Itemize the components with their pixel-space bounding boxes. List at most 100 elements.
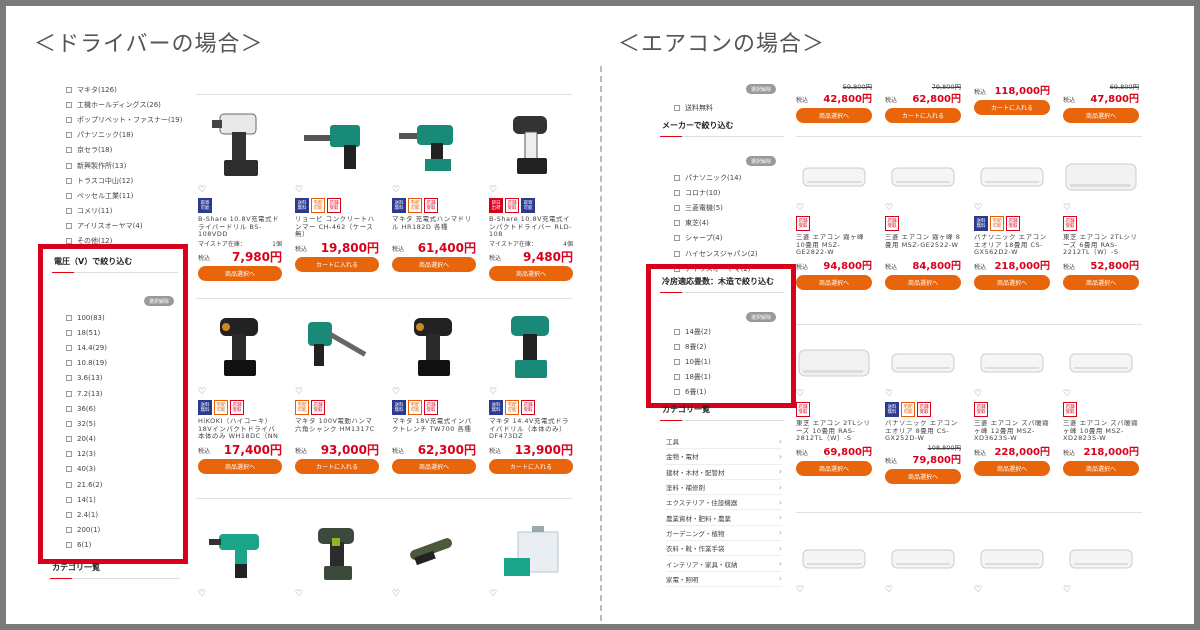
filter-option[interactable]: マキタ(126) [66,82,182,97]
favorite-heart-icon[interactable]: ♡ [974,584,1050,596]
category-item[interactable]: ガーデニング・植物 › [666,526,782,542]
product-image[interactable] [198,106,282,184]
checkbox[interactable] [674,189,680,196]
product-card[interactable]: ♡ 宅配 可能 店舗 受取 マキタ 100V電動ハンマ 六角シャンク HM1317C 税込 9… [295,308,379,474]
product-image[interactable] [796,340,872,388]
filter-option[interactable]: パナソニック(18) [66,128,182,143]
product-name[interactable]: リョービ コンクリートハンマー CH-462（ケース無） [295,216,379,239]
category-item[interactable]: 塗料・補修剤 › [666,480,782,496]
favorite-heart-icon[interactable]: ♡ [392,588,476,600]
product-action-button[interactable]: カートに入れる [489,459,573,474]
filter-option[interactable]: パナソニック(14) [674,170,758,185]
product-card[interactable]: ♡ 店舗 受取 三菱 エアコン 霧ヶ峰 8畳用 MSZ-GE2522-W 税込 84,80… [885,154,961,290]
product-card[interactable]: ♡ 送料 無料 宅配 可能 店舗 受取 リョービ コンクリートハンマー CH-462（ケース無… [295,106,379,281]
category-item[interactable]: 金物・電材 › [666,449,782,465]
product-image[interactable] [974,536,1050,584]
filter-option[interactable]: ポップリベット・ファスナー(19) [66,112,182,127]
product-name[interactable]: マキタ 18V充電式インパクトレンチ TW700 各種 [392,418,476,441]
product-card[interactable]: ♡ 送料 無料 宅配 可能 店舗 受取 HiKOKI（ハイコーキ）18Vインパクトドライバ 本… [198,308,282,474]
product-card[interactable]: 税込 69,800円 47,800円 商品選択へ [1063,82,1139,123]
product-action-button[interactable]: カートに入れる [885,108,961,123]
favorite-heart-icon[interactable]: ♡ [489,588,573,600]
product-card[interactable]: ♡ 送料 無料 宅配 可能 店舗 受取 マキタ 18V充電式インパクトレンチ TW700 各種… [392,308,476,474]
product-image[interactable] [885,536,961,584]
checkbox[interactable] [674,104,680,111]
product-name[interactable]: パナソニック エアコン エオリア 18畳用 CS-GX562D2-W [974,234,1050,257]
checkbox[interactable] [674,174,680,181]
product-card[interactable]: ♡ [885,536,961,596]
product-name[interactable]: マキタ 14.4V充電式ドライバドリル（本体のみ） DF473DZ [489,418,573,441]
product-image-drill[interactable] [198,510,282,588]
product-action-button[interactable]: 商品選択へ [392,459,476,474]
product-image[interactable] [392,106,476,184]
filter-option[interactable]: コロナ(10) [674,185,758,200]
filter-option[interactable]: ハイセンスジャパン(2) [674,246,758,261]
product-action-button[interactable]: 商品選択へ [198,266,282,281]
product-name[interactable]: 東芝 エアコン 2TLシリーズ 6畳用 RAS-2212TL（W）-S [1063,234,1139,257]
product-image[interactable] [974,154,1050,202]
favorite-heart-icon[interactable]: ♡ [295,184,379,196]
category-item[interactable]: 家電・照明 › [666,572,782,587]
filter-option[interactable]: ベッセル工業(11) [66,188,182,203]
product-card[interactable]: ♡ [1063,536,1139,596]
product-image[interactable] [1063,340,1139,388]
category-item[interactable]: 衣料・靴・作業手袋 › [666,541,782,557]
favorite-heart-icon[interactable]: ♡ [1063,388,1139,400]
product-action-button[interactable]: 商品選択へ [1063,275,1139,290]
category-item[interactable]: 建材・木材・配管材 › [666,465,782,480]
product-action-button[interactable]: 商品選択へ [796,108,872,123]
checkbox[interactable] [674,220,680,227]
product-card[interactable]: ♡ 店舗 受取 東芝 エアコン 2TLシリーズ 10畳用 RAS-2812TL（W）-… [796,340,872,484]
product-card[interactable]: ♡ 送料 無料 宅配 可能 店舗 受取 マキタ 14.4V充電式ドライバドリル（本体のみ） D… [489,308,573,474]
product-image[interactable] [885,154,961,202]
checkbox[interactable] [674,235,680,242]
product-card[interactable]: ♡ 送料 無料 宅配 可能 店舗 受取 パナソニック エアコン エオリア 8畳用 CS-GX2… [885,340,961,484]
product-action-button[interactable]: 商品選択へ [1063,108,1139,123]
product-action-button[interactable]: 商品選択へ [885,469,961,484]
filter-option[interactable]: アイリスオーヤマ(4) [66,219,182,234]
product-card[interactable]: 税込 118,000円 カートに入れる [974,82,1050,123]
product-image[interactable] [1063,154,1139,202]
checkbox[interactable] [66,177,72,184]
filter-option[interactable]: 新興製作所(13) [66,158,182,173]
product-action-button[interactable]: カートに入れる [295,459,379,474]
product-card[interactable]: 税込 59,800円 42,800円 商品選択へ [796,82,872,123]
product-image[interactable] [885,340,961,388]
checkbox[interactable] [674,250,680,257]
product-card[interactable]: ♡ 店舗 受取 三菱 エアコン ズバ暖霧ヶ峰 10畳用 MSZ-XD2823S-W 税込… [1063,340,1139,484]
clear-selection-button[interactable]: 選択解除 [746,84,776,94]
product-action-button[interactable]: 商品選択へ [489,266,573,281]
product-image[interactable] [489,106,573,184]
clear-selection-button[interactable]: 選択解除 [746,156,776,166]
product-card[interactable]: ♡ [489,510,573,600]
product-name[interactable]: 東芝 エアコン 2TLシリーズ 10畳用 RAS-2812TL（W）-S [796,420,872,443]
product-action-button[interactable]: 商品選択へ [974,275,1050,290]
product-image[interactable] [796,154,872,202]
product-card[interactable]: ♡ 店舗 受取 三菱 エアコン ズバ暖霧ヶ峰 12畳用 MSZ-XD3623S-W 税込… [974,340,1050,484]
product-card[interactable]: ♡ [796,536,872,596]
favorite-heart-icon[interactable]: ♡ [796,202,872,214]
favorite-heart-icon[interactable]: ♡ [885,202,961,214]
filter-option[interactable]: 東芝(4) [674,216,758,231]
product-name[interactable]: 三菱 エアコン ズバ暖霧ヶ峰 12畳用 MSZ-XD3623S-W [974,420,1050,443]
product-image-impact-driver[interactable] [295,510,379,588]
product-name[interactable]: B-Share 10.8V充電式インパクトドライバー RLD-108 [489,216,573,239]
favorite-heart-icon[interactable]: ♡ [974,202,1050,214]
product-image-pen-driver[interactable] [392,510,476,588]
checkbox[interactable] [66,116,72,123]
product-card[interactable]: ♡ 送料 無料 宅配 可能 店舗 受取 パナソニック エアコン エオリア 18畳用 CS-GX… [974,154,1050,290]
product-image[interactable] [295,308,379,386]
checkbox[interactable] [66,101,72,108]
product-action-button[interactable]: 商品選択へ [885,275,961,290]
product-card[interactable]: ♡ 取寄 可能 B-Share 10.8V充電式ドライバードリル BS-108VDD マ… [198,106,282,281]
product-action-button[interactable]: 商品選択へ [392,257,476,272]
product-card[interactable]: ♡ 店舗 受取 東芝 エアコン 2TLシリーズ 6畳用 RAS-2212TL（W）-S… [1063,154,1139,290]
product-card[interactable]: ♡ [392,510,476,600]
product-image-tool-case[interactable] [489,510,573,588]
product-image[interactable] [1063,536,1139,584]
product-name[interactable]: マキタ 100V電動ハンマ 六角シャンク HM1317C [295,418,379,441]
favorite-heart-icon[interactable]: ♡ [885,584,961,596]
product-action-button[interactable]: 商品選択へ [198,459,282,474]
category-item[interactable]: インテリア・家具・収納 › [666,556,782,572]
product-image[interactable] [796,536,872,584]
